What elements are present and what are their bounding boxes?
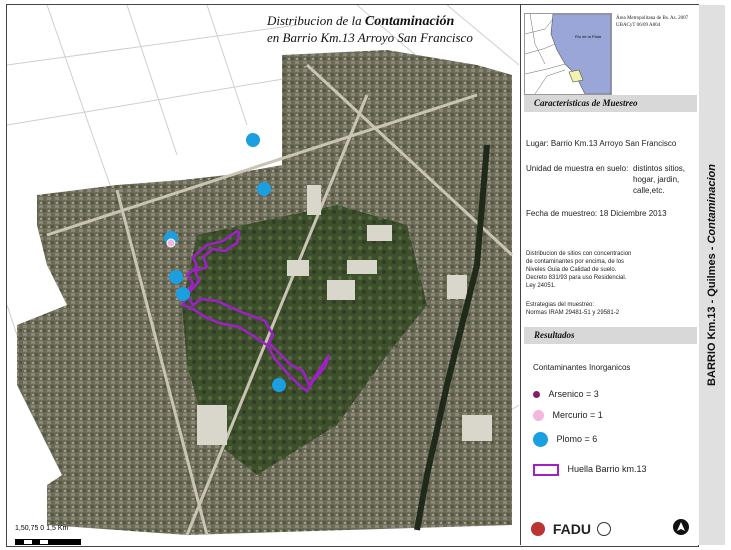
plomo-sample-point[interactable] bbox=[272, 378, 286, 392]
title-bold: Contaminación bbox=[364, 14, 455, 29]
legend-item-plomo: Plomo = 6 bbox=[533, 432, 597, 447]
strip-text-bold: BARRIO Km.13 - Quilmes - bbox=[706, 246, 718, 386]
fadu-logo: FADU bbox=[552, 521, 592, 538]
legend-label-plomo: Plomo = 6 bbox=[556, 433, 598, 444]
dist-line5: Ley 24051. bbox=[526, 283, 556, 289]
locator-credit: Área Metropolitana de Bs. As. 2007 UBACy… bbox=[616, 15, 688, 29]
section-caracteristicas: Caracteristicas de Muestreo bbox=[524, 95, 697, 112]
map-title: Distribucion de la Contaminación en Barr… bbox=[267, 13, 473, 46]
unidad-label: Unidad de muestra en suelo: bbox=[526, 164, 629, 173]
plomo-sample-point[interactable] bbox=[257, 182, 271, 196]
unidad-2: hogar, jardin, bbox=[633, 175, 680, 184]
strip-text-italic: Contaminacion bbox=[706, 164, 718, 244]
arsenico-dot-icon bbox=[533, 391, 540, 399]
locator-river-label: Rio de la Plata bbox=[575, 34, 602, 39]
scale-bar bbox=[15, 539, 81, 545]
plomo-sample-point[interactable] bbox=[246, 133, 260, 147]
north-arrow-icon bbox=[673, 519, 689, 535]
title-line2: en Barrio Km.13 Arroyo San Francisco bbox=[267, 30, 473, 45]
huella-rect-icon bbox=[533, 464, 559, 476]
logos: FADU bbox=[531, 520, 611, 537]
section-caracteristicas-label: Caracteristicas de Muestreo bbox=[534, 98, 638, 108]
section-resultados-label: Resultados bbox=[534, 330, 575, 340]
sample-points-layer bbox=[164, 133, 286, 392]
scale-label: 1,50,75 0 1,5 Km bbox=[15, 525, 69, 532]
locator-map[interactable]: Rio de la Plata bbox=[524, 13, 612, 95]
estrategias-line1: Estrategias del muestreo: bbox=[526, 302, 595, 308]
title-prefix: Distribucion de la bbox=[267, 13, 362, 28]
plomo-sample-point[interactable] bbox=[176, 287, 190, 301]
dist-line3: Niveles Guia de Calidad de suelo. bbox=[526, 267, 617, 273]
legend-item-mercurio: Mercurio = 1 bbox=[533, 410, 603, 422]
map-panel[interactable]: Distribucion de la Contaminación en Barr… bbox=[7, 5, 519, 545]
strip-text: BARRIO Km.13 - Quilmes - Contaminacion bbox=[706, 164, 718, 386]
plomo-sample-point[interactable] bbox=[169, 270, 183, 284]
section-resultados: Resultados bbox=[524, 327, 697, 344]
unidad-1: distintos sitios, bbox=[633, 164, 686, 173]
mercurio-dot-icon bbox=[533, 410, 544, 422]
fecha-text: Fecha de muestreo: 18 Diciembre 2013 bbox=[526, 209, 667, 218]
university-logo-icon bbox=[531, 522, 545, 537]
mercurio-sample-point[interactable] bbox=[166, 238, 176, 248]
legend-label-huella: Huella Barrio km.13 bbox=[567, 464, 647, 475]
legend-label-arsenico: Arsenico = 3 bbox=[548, 389, 599, 399]
unidad-3: calle,etc. bbox=[633, 186, 665, 195]
credit-line1: Área Metropolitana de Bs. As. 2007 bbox=[616, 16, 689, 21]
side-strip: BARRIO Km.13 - Quilmes - Contaminacion bbox=[699, 5, 725, 545]
dist-line4: Decreto 831/93 para uso Residencial. bbox=[526, 275, 627, 281]
plomo-dot-icon bbox=[533, 432, 548, 447]
dist-line2: de contaminantes por encima, de los bbox=[526, 259, 625, 265]
legend-panel: Rio de la Plata Área Metropolitana de Bs… bbox=[520, 5, 699, 545]
credit-line2: UBACyT 06/09 A804 bbox=[616, 23, 661, 28]
legend-item-huella: Huella Barrio km.13 bbox=[533, 464, 647, 476]
lugar-text: Lugar: Barrio Km.13 Arroyo San Francisco bbox=[526, 139, 677, 148]
legend-item-arsenico: Arsenico = 3 bbox=[533, 389, 599, 399]
seal-logo-icon bbox=[596, 522, 611, 537]
dist-line1: Distribucion de sitios con concentracion bbox=[526, 251, 632, 257]
legend-heading: Contaminantes Inorganicos bbox=[533, 363, 631, 372]
estrategias-line2: Normas IRAM 29481-51 y 29581-2 bbox=[526, 310, 620, 316]
legend-label-mercurio: Mercurio = 1 bbox=[552, 410, 603, 420]
